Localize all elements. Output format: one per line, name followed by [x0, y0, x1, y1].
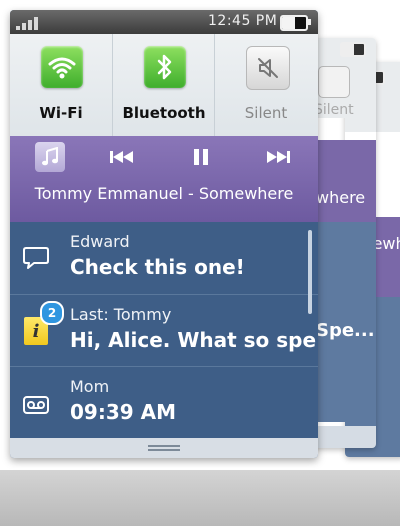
- notification-time: 09:39 AM: [70, 400, 177, 424]
- silent-toggle[interactable]: Silent: [214, 34, 317, 136]
- notification-sender: Mom: [70, 377, 110, 396]
- music-player: Tommy Emmanuel - Somewhere: [10, 136, 318, 222]
- notification-list: Edward Check this one! i 2 Last: Tommy H…: [10, 222, 318, 438]
- signal-strength-icon: [16, 15, 46, 30]
- notification-item[interactable]: i 2 Last: Tommy Hi, Alice. What so spe..…: [10, 294, 318, 367]
- pause-icon: [194, 149, 208, 165]
- wifi-toggle[interactable]: Wi-Fi: [10, 34, 112, 136]
- next-button[interactable]: [264, 144, 294, 170]
- notification-sender: Edward: [70, 232, 130, 251]
- pause-button[interactable]: [186, 144, 216, 170]
- background-panel-track: where: [316, 188, 366, 207]
- previous-icon: [110, 151, 133, 163]
- message-bubble-icon: [23, 247, 49, 269]
- background-panel-message: Spe...: [316, 320, 375, 341]
- notification-item[interactable]: Edward Check this one!: [10, 222, 318, 294]
- track-title: Tommy Emmanuel - Somewhere: [34, 184, 294, 203]
- bluetooth-toggle[interactable]: Bluetooth: [112, 34, 215, 136]
- notification-message: Hi, Alice. What so spe...: [70, 328, 318, 352]
- notification-panel: 12:45 PM Wi-Fi Bluetooth Silent Tommy Em…: [10, 10, 318, 458]
- battery-tip: [308, 19, 311, 25]
- voicemail-icon: [23, 396, 49, 414]
- wifi-icon: [41, 46, 83, 88]
- notification-sender: Last: Tommy: [70, 305, 172, 324]
- music-note-icon[interactable]: [35, 142, 65, 172]
- quick-settings: Wi-Fi Bluetooth Silent: [10, 34, 318, 136]
- bluetooth-icon: [144, 46, 186, 88]
- unread-count-badge: 2: [40, 301, 64, 325]
- scrollbar[interactable]: [308, 230, 312, 314]
- previous-button[interactable]: [106, 144, 136, 170]
- background-shadow: [0, 470, 400, 526]
- silent-icon: [246, 46, 290, 90]
- bluetooth-label: Bluetooth: [122, 104, 206, 122]
- notification-item[interactable]: Mom 09:39 AM: [10, 366, 318, 439]
- notification-message: Check this one!: [70, 255, 245, 279]
- wifi-label: Wi-Fi: [39, 104, 83, 122]
- background-panel-near: Silent where Spe...: [312, 38, 376, 448]
- status-time: 12:45 PM: [208, 13, 278, 29]
- background-panel-label: Silent: [314, 102, 354, 118]
- drag-handle[interactable]: [10, 438, 318, 458]
- status-bar: 12:45 PM: [10, 10, 318, 34]
- battery-icon: [280, 15, 308, 31]
- silent-label: Silent: [244, 104, 288, 122]
- next-icon: [267, 151, 290, 163]
